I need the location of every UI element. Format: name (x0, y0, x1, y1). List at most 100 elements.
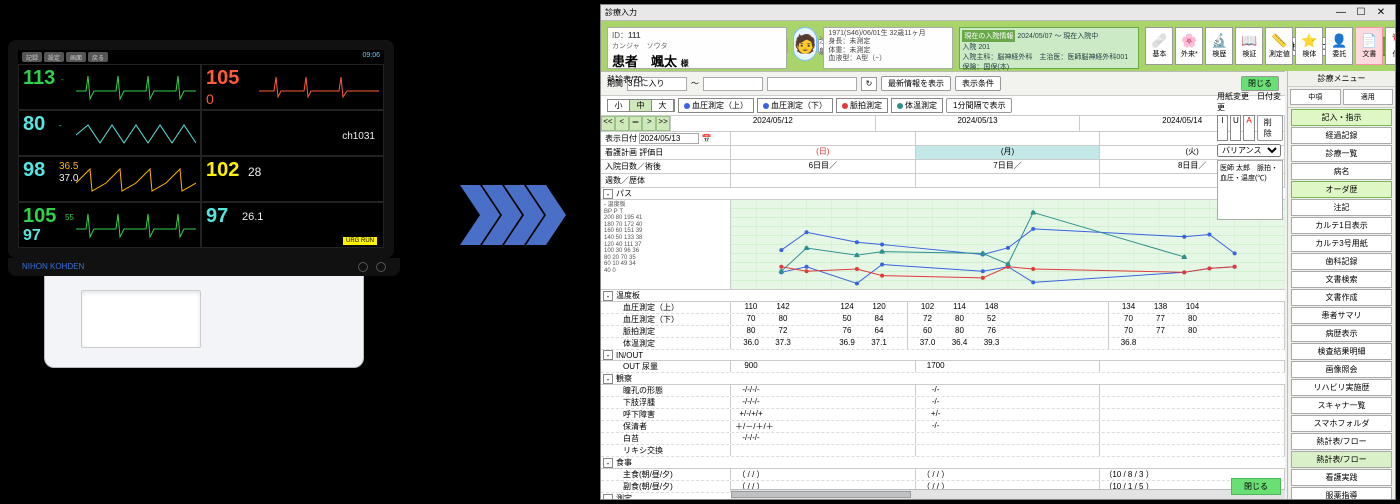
side-menu-item[interactable]: 服薬指導 (1291, 487, 1392, 499)
urg-tag: URG RUN (343, 237, 377, 245)
monitor-top-bar: 記録 設定 画面 戻る 09:06 (18, 50, 384, 64)
minimize-icon[interactable]: — (1331, 7, 1351, 18)
side-menu-item[interactable]: 病名 (1291, 163, 1392, 180)
side-menu-item[interactable]: 熱計表/フロー (1291, 451, 1392, 468)
legend-item[interactable]: 血圧測定（下） (757, 98, 833, 113)
underline-icon[interactable]: U (1230, 115, 1241, 141)
ch-value: ch1031 (342, 131, 375, 142)
side-menu-item[interactable]: 歯科記録 (1291, 253, 1392, 270)
toolbar-文書[interactable]: 📄文書 (1355, 27, 1383, 65)
variance-select[interactable]: バリアンス (1217, 144, 1281, 157)
horizontal-scrollbar[interactable] (731, 489, 1285, 499)
cell-ch: ch1031 (201, 110, 384, 156)
monitor-bezel: NIHON KOHDEN (8, 258, 400, 276)
delete-button[interactable]: 削除 (1257, 115, 1283, 141)
side-menu-item[interactable]: 患者サマリ (1291, 307, 1392, 324)
side-menu-item[interactable]: 検査結果明細 (1291, 343, 1392, 360)
side-menu-item[interactable]: 熱計表/フロー (1291, 433, 1392, 450)
side-menu-item[interactable]: 画像照会 (1291, 361, 1392, 378)
data-row: 呼下障害+/-/+/++/- (601, 409, 1285, 421)
rr-value: 97 (23, 227, 41, 245)
toolbar-検証[interactable]: 📖検証 (1235, 27, 1263, 65)
toolbar-委託[interactable]: 👤委託 (1325, 27, 1353, 65)
collapse-icon[interactable]: - (603, 189, 613, 199)
side-menu-item[interactable]: 診療一覧 (1291, 145, 1392, 162)
color-icon[interactable]: A (1243, 115, 1254, 141)
toolbar-基本[interactable]: 🩹基本 (1145, 27, 1173, 65)
side-menu-item[interactable]: 記入・指示 (1291, 109, 1392, 126)
toolbar-外来*[interactable]: 🌸外来* (1175, 27, 1203, 65)
side-tab[interactable]: 適用 (1343, 89, 1394, 105)
toolbar-検歴[interactable]: 🔬検歴 (1205, 27, 1233, 65)
nav-last[interactable]: >> (656, 116, 670, 131)
collapse-icon[interactable]: - (603, 350, 613, 360)
display-cond-button[interactable]: 表示条件 (955, 76, 1001, 91)
display-date-input[interactable] (639, 133, 699, 144)
side-tab[interactable]: 中項 (1290, 89, 1341, 105)
mon-btn[interactable]: 記録 (22, 52, 42, 62)
zoom-small[interactable]: 小 (608, 100, 630, 111)
collapse-icon[interactable]: - (603, 291, 613, 301)
close-icon[interactable]: ✕ (1371, 7, 1391, 18)
collapse-icon[interactable]: - (603, 374, 613, 384)
side-menu-item[interactable]: スマホフォルダ (1291, 415, 1392, 432)
cell-etc: 102 28 (201, 156, 384, 202)
reload-icon[interactable]: ↻ (861, 77, 877, 91)
row-display-date: 表示日付 📅 (601, 132, 1285, 146)
close-button-bottom[interactable]: 閉じる (1231, 478, 1281, 495)
scrollbar-thumb[interactable] (731, 491, 911, 498)
printer-base (44, 276, 364, 368)
toolbar-icon: 🔖 (1391, 33, 1396, 49)
period-to-input[interactable] (703, 77, 763, 91)
toolbar-付箋[interactable]: 🔖付箋 (1385, 27, 1396, 65)
legend-item[interactable]: 体温測定 (891, 98, 943, 113)
nav-first[interactable]: << (601, 116, 615, 131)
italic-icon[interactable]: I (1217, 115, 1228, 141)
one-min-button[interactable]: 1分間隔で表示 (946, 98, 1012, 113)
mon-btn[interactable]: 設定 (44, 52, 64, 62)
chart-y-axis: - 温度板 BP P T200 80 195 41180 70 172 4016… (601, 200, 731, 289)
maximize-icon[interactable]: ☐ (1351, 7, 1371, 18)
nav-today[interactable]: ＝ (629, 116, 643, 131)
side-menu-item[interactable]: スキャナ一覧 (1291, 397, 1392, 414)
spo2-value: 105 (206, 67, 239, 90)
cell-hr: 113 - (18, 64, 201, 110)
nibp-sub: - (59, 121, 62, 130)
zoom-large[interactable]: 大 (652, 100, 674, 111)
toolbar-測定値[interactable]: 📏測定値 (1265, 27, 1293, 65)
side-menu-item[interactable]: 文書作成 (1291, 289, 1392, 306)
zoom-mid[interactable]: 中 (630, 100, 652, 111)
toolbar-icon: 🌸 (1181, 33, 1197, 49)
data-row: 下肢浮腫-/-/-/--/- (601, 397, 1285, 409)
side-menu-item[interactable]: リハビリ実施歴 (1291, 379, 1392, 396)
patient-ruby: カンジャ ソウタ (612, 41, 782, 51)
collapse-icon[interactable]: - (603, 494, 613, 500)
collapse-icon[interactable]: - (604, 202, 606, 209)
filter-input[interactable] (767, 77, 857, 91)
nav-next[interactable]: > (642, 116, 656, 131)
side-menu-item[interactable]: 病歴表示 (1291, 325, 1392, 342)
collapse-icon[interactable]: - (603, 458, 613, 468)
side-menu-item[interactable]: 経過記録 (1291, 127, 1392, 144)
aux-panel: 用紙変更 日付変更 I U A 削除 バリアンス 医師 太郎 脈拍・血圧・温度(… (1217, 91, 1283, 220)
side-menu-item[interactable]: オーダ歴 (1291, 181, 1392, 198)
show-latest-button[interactable]: 最新情報を表示 (881, 76, 951, 91)
mon-btn[interactable]: 戻る (88, 52, 108, 62)
nav-prev[interactable]: < (615, 116, 629, 131)
legend-item[interactable]: 血圧測定（上） (678, 98, 754, 113)
section-観察: -観察 (601, 373, 1285, 385)
toolbar-検体[interactable]: ⭐検体 (1295, 27, 1323, 65)
close-button[interactable]: 閉じる (1241, 76, 1279, 91)
legend-item[interactable]: 脈拍測定 (836, 98, 888, 113)
menu-icon[interactable] (376, 262, 386, 272)
side-menu-item[interactable]: 文書検索 (1291, 271, 1392, 288)
mon-btn[interactable]: 画面 (66, 52, 86, 62)
toolbar-icon: 🔬 (1211, 33, 1227, 49)
side-menu-item[interactable]: 看護実践 (1291, 469, 1392, 486)
temp-value: 98 (23, 159, 45, 182)
vitals-chart: - 温度板 BP P T200 80 195 41180 70 172 4016… (601, 200, 1285, 290)
side-menu-item[interactable]: 注記 (1291, 199, 1392, 216)
side-menu-item[interactable]: カルテ3号用紙 (1291, 235, 1392, 252)
power-icon[interactable] (358, 262, 368, 272)
side-menu-item[interactable]: カルテ1日表示 (1291, 217, 1392, 234)
